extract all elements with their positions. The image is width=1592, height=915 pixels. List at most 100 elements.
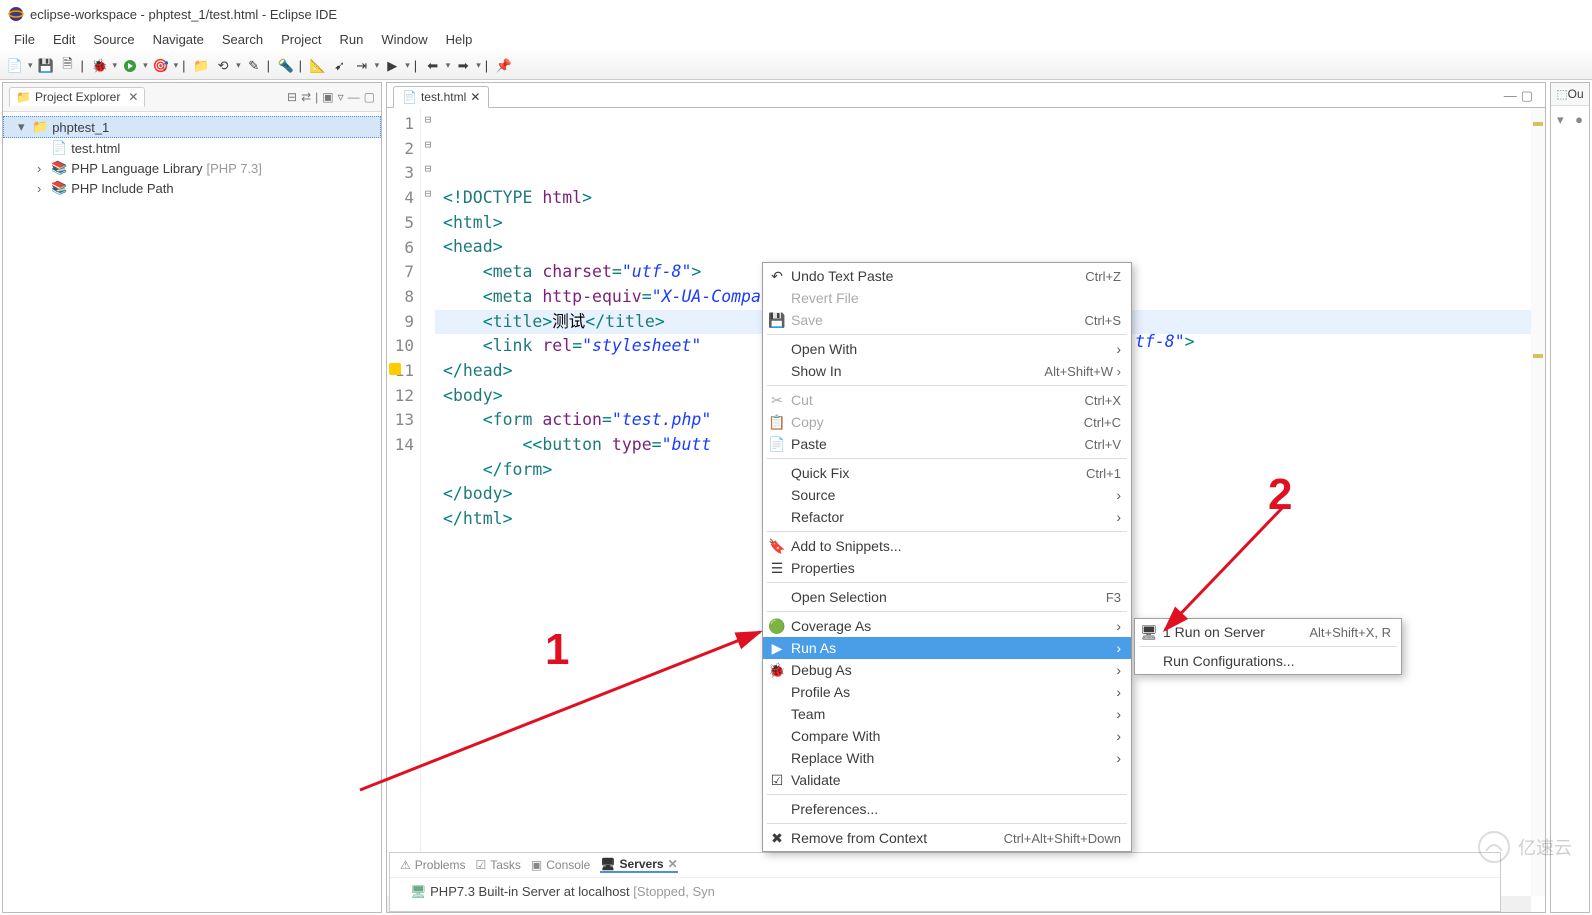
run-as-submenu: 🖥1 Run on ServerAlt+Shift+X, R Run Config… xyxy=(1134,618,1402,675)
save-all-button[interactable]: 🗎 xyxy=(59,57,77,75)
filter-icon[interactable]: ● xyxy=(1575,112,1583,128)
menu-edit[interactable]: Edit xyxy=(45,30,83,50)
bottom-tabs: ⚠Problems ☑Tasks ▣Console 🖥Servers ✕ xyxy=(390,853,1500,878)
menu-item-remove-from-context[interactable]: ✖Remove from ContextCtrl+Alt+Shift+Down xyxy=(763,827,1131,849)
menu-item-open-with[interactable]: Open With› xyxy=(763,338,1131,360)
menu-item-open-selection[interactable]: Open SelectionF3 xyxy=(763,586,1131,608)
back-button[interactable]: ⬅ xyxy=(424,57,442,75)
menu-item-undo-text-paste[interactable]: ↶Undo Text PasteCtrl+Z xyxy=(763,265,1131,287)
debug-button[interactable]: 🐞 xyxy=(91,57,109,75)
history-button[interactable]: ⟲ xyxy=(214,57,232,75)
close-icon[interactable]: ✕ xyxy=(128,90,138,104)
editor-tab-label: test.html xyxy=(421,90,466,104)
menu-item-source[interactable]: Source› xyxy=(763,484,1131,506)
menu-item-revert-file: Revert File xyxy=(763,287,1131,309)
minimize-icon[interactable]: — xyxy=(1504,88,1517,104)
file-label: test.html xyxy=(71,141,120,156)
outline-label: Ou xyxy=(1568,87,1584,101)
skip-bp-button[interactable]: ➹ xyxy=(331,57,349,75)
search-button[interactable]: 🔦 xyxy=(277,57,295,75)
bottom-tab-problems[interactable]: ⚠Problems xyxy=(400,857,465,873)
library-label: PHP Language Library xyxy=(71,161,202,176)
run-icon: ▶ xyxy=(769,640,785,656)
chevron-right-icon: › xyxy=(1116,728,1121,744)
main-toolbar: 📄▾ 💾 🗎 | 🐞▾ ▾ 🎯▾ | 📁 ⟲▾ ✎ | 🔦 | 📐 ➹ ⇥▾ ▶… xyxy=(0,52,1592,80)
menu-item-validate[interactable]: ☑Validate xyxy=(763,769,1131,791)
last-edit-button[interactable]: ✎ xyxy=(245,57,263,75)
menu-item-save: 💾SaveCtrl+S xyxy=(763,309,1131,331)
menu-item-quick-fix[interactable]: Quick FixCtrl+1 xyxy=(763,462,1131,484)
menu-item-paste[interactable]: 📄PasteCtrl+V xyxy=(763,433,1131,455)
file-node[interactable]: 📄 test.html xyxy=(3,138,381,158)
project-tree: ▾ 📁 phptest_1 📄 test.html › 📚 PHP Langua… xyxy=(3,112,381,202)
debug-icon: 🐞 xyxy=(769,662,785,678)
collapse-all-icon[interactable]: ⊟ xyxy=(287,90,297,104)
menu-file[interactable]: File xyxy=(6,30,43,50)
menu-item-team[interactable]: Team› xyxy=(763,703,1131,725)
watermark-logo: 亿速云 xyxy=(1476,829,1572,865)
undo-icon: ↶ xyxy=(769,268,785,284)
menu-help[interactable]: Help xyxy=(438,30,481,50)
menu-item-debug-as[interactable]: 🐞Debug As› xyxy=(763,659,1131,681)
menu-item-1-run-on-server[interactable]: 🖥1 Run on ServerAlt+Shift+X, R xyxy=(1135,621,1401,643)
link-editor-icon[interactable]: ⇄ xyxy=(301,90,311,104)
chevron-right-icon: › xyxy=(1116,640,1121,656)
menu-item-add-to-snippets-[interactable]: 🔖Add to Snippets... xyxy=(763,535,1131,557)
menu-item-show-in[interactable]: Show InAlt+Shift+W › xyxy=(763,360,1131,382)
editor-tab[interactable]: 📄 test.html ✕ xyxy=(393,86,489,108)
focus-icon[interactable]: ▣ xyxy=(322,90,333,104)
menu-source[interactable]: Source xyxy=(85,30,142,50)
project-node[interactable]: ▾ 📁 phptest_1 xyxy=(3,116,381,138)
open-type-button[interactable]: 📁 xyxy=(192,57,210,75)
servers-view[interactable]: 🖥 PHP7.3 Built-in Server at localhost [S… xyxy=(390,878,1500,906)
resume-button[interactable]: ▶ xyxy=(383,57,401,75)
chevron-right-icon: › xyxy=(1116,509,1121,525)
menu-project[interactable]: Project xyxy=(273,30,329,50)
maximize-icon[interactable]: ▢ xyxy=(364,90,375,104)
project-explorer-tab[interactable]: 📁 Project Explorer ✕ xyxy=(9,87,145,107)
window-title: eclipse-workspace - phptest_1/test.html … xyxy=(30,7,337,22)
view-menu-icon[interactable]: ▿ xyxy=(338,90,344,104)
fold-column: ⊟⊟⊟⊟ xyxy=(421,108,435,912)
bottom-tab-servers[interactable]: 🖥Servers ✕ xyxy=(600,857,677,873)
minimize-icon[interactable]: — xyxy=(348,90,360,104)
server-name: PHP7.3 Built-in Server at localhost xyxy=(430,884,629,899)
menu-item-replace-with[interactable]: Replace With› xyxy=(763,747,1131,769)
collapse-icon[interactable]: ▾ xyxy=(1557,112,1564,128)
save-button[interactable]: 💾 xyxy=(37,57,55,75)
cut-icon: ✂ xyxy=(769,392,785,408)
menu-item-run-as[interactable]: ▶Run As› xyxy=(763,637,1131,659)
step-button[interactable]: ⇥ xyxy=(353,57,371,75)
menu-item-run-configurations-[interactable]: Run Configurations... xyxy=(1135,650,1401,672)
maximize-icon[interactable]: ▢ xyxy=(1521,88,1533,104)
project-label: phptest_1 xyxy=(52,120,109,135)
close-icon[interactable]: ✕ xyxy=(470,90,480,104)
project-explorer-panel: 📁 Project Explorer ✕ ⊟ ⇄ | ▣ ▿ —▢ ▾ 📁 ph… xyxy=(2,82,382,913)
toggle-ws-button[interactable]: 📐 xyxy=(309,57,327,75)
chevron-right-icon: › xyxy=(1116,706,1121,722)
context-menu: ↶Undo Text PasteCtrl+ZRevert File💾SaveCt… xyxy=(762,262,1132,852)
menu-search[interactable]: Search xyxy=(214,30,271,50)
menu-item-profile-as[interactable]: Profile As› xyxy=(763,681,1131,703)
new-button[interactable]: 📄 xyxy=(6,57,24,75)
remove-icon: ✖ xyxy=(769,830,785,846)
menu-item-refactor[interactable]: Refactor› xyxy=(763,506,1131,528)
menu-item-coverage-as[interactable]: 🟢Coverage As› xyxy=(763,615,1131,637)
menu-item-properties[interactable]: ☰Properties xyxy=(763,557,1131,579)
menu-item-compare-with[interactable]: Compare With› xyxy=(763,725,1131,747)
outline-panel: ⬚ Ou ▾ ● xyxy=(1550,82,1590,913)
project-explorer-label: Project Explorer xyxy=(35,90,120,104)
menu-navigate[interactable]: Navigate xyxy=(145,30,212,50)
bottom-tab-console[interactable]: ▣Console xyxy=(531,857,590,873)
pin-button[interactable]: 📌 xyxy=(495,57,513,75)
include-path-node[interactable]: › 📚 PHP Include Path xyxy=(3,178,381,198)
fwd-button[interactable]: ➡ xyxy=(454,57,472,75)
run-button[interactable] xyxy=(121,57,139,75)
bottom-tab-tasks[interactable]: ☑Tasks xyxy=(475,857,520,873)
menu-run[interactable]: Run xyxy=(332,30,372,50)
menu-window[interactable]: Window xyxy=(373,30,435,50)
menu-item-preferences-[interactable]: Preferences... xyxy=(763,798,1131,820)
server-icon: 🖥 xyxy=(1141,624,1157,640)
library-node[interactable]: › 📚 PHP Language Library [PHP 7.3] xyxy=(3,158,381,178)
coverage-button[interactable]: 🎯 xyxy=(152,57,170,75)
